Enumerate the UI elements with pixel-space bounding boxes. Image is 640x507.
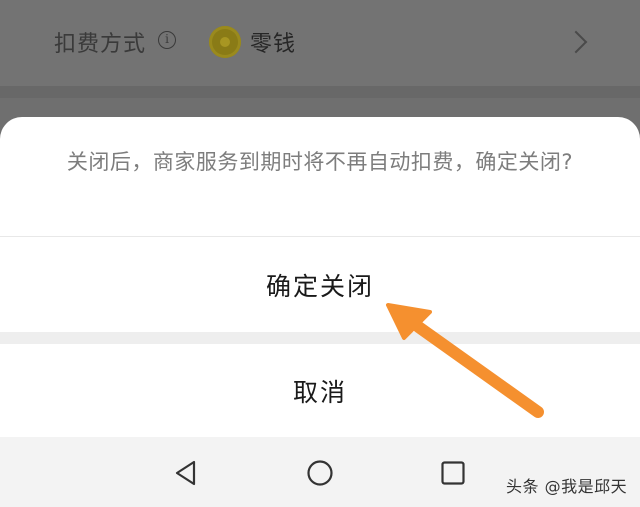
payment-method-value: 零钱 xyxy=(250,32,297,57)
payment-method-row[interactable]: 扣费方式 i 零钱 xyxy=(0,0,640,86)
payment-method-label: 扣费方式 xyxy=(54,32,147,57)
coin-icon xyxy=(209,26,241,58)
section-divider xyxy=(0,86,640,98)
sheet-gap xyxy=(0,332,640,344)
cancel-button[interactable]: 取消 xyxy=(0,344,640,437)
confirm-close-button[interactable]: 确定关闭 xyxy=(0,237,640,332)
info-icon[interactable]: i xyxy=(158,31,176,49)
confirm-close-sheet: 关闭后，商家服务到期时将不再自动扣费，确定关闭? 确定关闭 取消 xyxy=(0,117,640,437)
circle-home-icon[interactable] xyxy=(306,459,334,487)
square-recent-icon[interactable] xyxy=(439,459,467,487)
triangle-back-icon[interactable] xyxy=(172,459,200,487)
watermark-text: 头条 @我是邱天 xyxy=(506,477,628,496)
chevron-right-icon xyxy=(564,30,588,54)
sheet-message: 关闭后，商家服务到期时将不再自动扣费，确定关闭? xyxy=(66,150,574,174)
